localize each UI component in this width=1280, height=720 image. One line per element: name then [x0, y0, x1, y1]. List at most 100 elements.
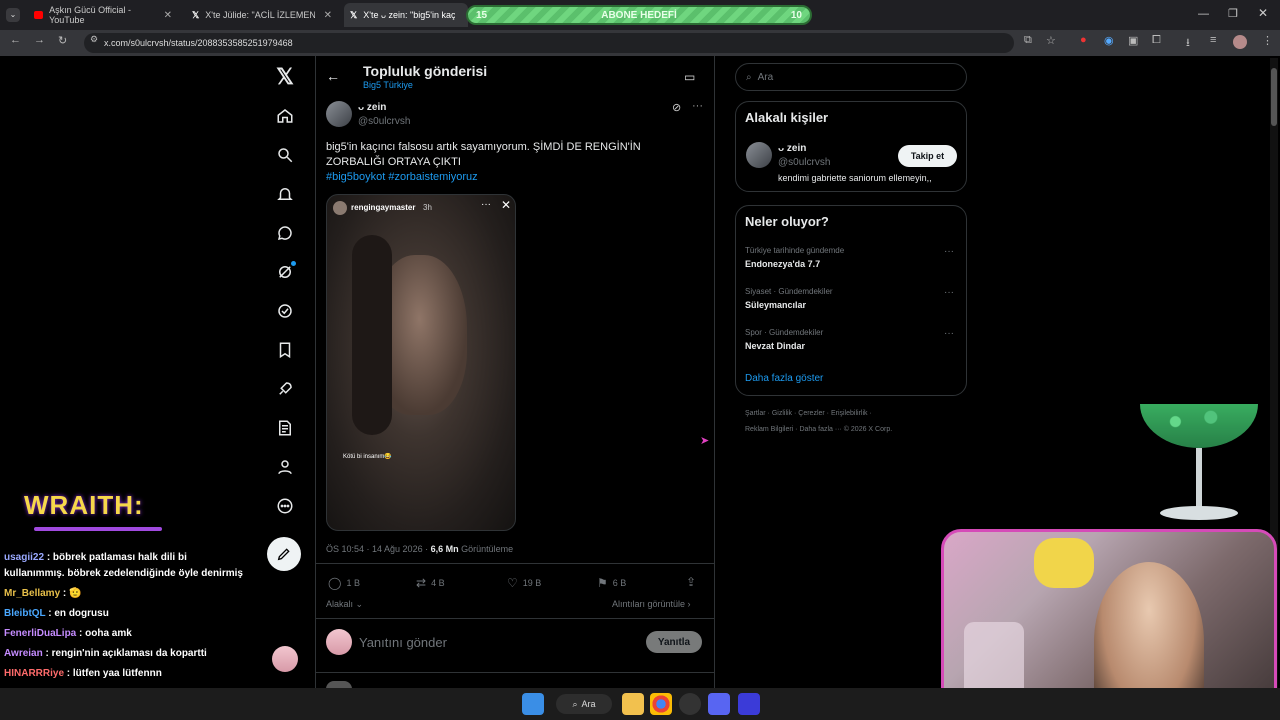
discord-icon[interactable] [708, 693, 730, 715]
extension-red-icon[interactable]: ● [1080, 34, 1087, 46]
extensions-puzzle-icon[interactable]: ⧠ [1152, 34, 1161, 47]
media-caption: Kötü bi insanım😂 [343, 454, 392, 460]
maximize-icon[interactable]: ❐ [1228, 7, 1238, 20]
file-explorer-icon[interactable] [622, 693, 644, 715]
extension-icon[interactable]: ▣ [1128, 34, 1138, 47]
reply-button[interactable]: ◯ 1 B [328, 576, 360, 590]
footer-links[interactable]: Reklam Bilgileri · Daha fazla ··· © 2026… [745, 426, 892, 433]
x-logo-icon[interactable]: 𝕏 [272, 64, 298, 90]
chat-text: : ooha amk [79, 628, 132, 639]
search-icon[interactable] [272, 142, 298, 168]
account-avatar[interactable] [272, 646, 298, 672]
download-icon[interactable]: ⭳ [1186, 34, 1190, 53]
media-more-icon[interactable]: ··· [481, 199, 491, 210]
reading-list-icon[interactable]: ≡ [1210, 34, 1216, 46]
notification-dot [291, 261, 296, 266]
youtube-icon [34, 11, 44, 19]
bookmark-star-icon[interactable]: ☆ [1046, 34, 1056, 47]
verified-icon[interactable] [272, 298, 298, 324]
reply-submit-button[interactable]: Yanıtla [646, 631, 702, 653]
show-more-link[interactable]: Daha fazla göster [745, 373, 823, 384]
subscriber-goal-bar: 15 ABONE HEDEFİ 10 [466, 5, 812, 25]
app-icon[interactable] [679, 693, 701, 715]
reader-icon[interactable]: ▭ [684, 70, 695, 84]
hashtag-big5boykot[interactable]: #big5boykot [326, 171, 385, 183]
site-info-icon[interactable]: ⚙ [90, 34, 98, 45]
app-w-icon[interactable] [738, 693, 760, 715]
cocktail-glass-graphic [1140, 404, 1258, 448]
author-name[interactable]: ᴗ zein [358, 102, 386, 113]
follow-button[interactable]: Takip et [898, 145, 957, 167]
chat-text: : rengin'nin açıklaması da kopartti [45, 648, 207, 659]
media-close-icon[interactable]: ✕ [501, 198, 511, 212]
more-icon[interactable] [272, 493, 298, 519]
close-tab-icon[interactable]: ✕ [164, 10, 172, 21]
trends-title: Neler oluyor? [745, 214, 829, 229]
trend-more-icon[interactable]: ··· [944, 287, 954, 298]
back-icon[interactable]: ← [10, 34, 21, 46]
chat-text: kullanımmış. böbrek zedelendiğinde öyle … [4, 568, 243, 579]
taskbar-search[interactable]: ⌕ Ara [556, 694, 612, 714]
trend-item[interactable]: Süleymancılar [745, 300, 806, 310]
close-tab-icon[interactable]: ✕ [324, 10, 332, 21]
tweet-text: big5'in kaçıncı falsosu artık sayamıyoru… [326, 141, 641, 183]
forward-icon[interactable]: → [34, 34, 45, 46]
footer-links[interactable]: Şartlar · Gizlilik · Çerezler · Erişileb… [745, 410, 872, 417]
trend-item[interactable]: Nevzat Dindar [745, 341, 805, 351]
author-avatar[interactable] [326, 101, 352, 127]
author-handle[interactable]: @s0ulcrvsh [358, 116, 410, 127]
window-close-icon[interactable]: ✕ [1258, 6, 1268, 20]
view-quotes-link[interactable]: Alıntıları görüntüle › [612, 599, 691, 609]
tweet-media-video[interactable]: rengingaymaster 3h ··· ✕ Kötü bi insanım… [326, 194, 516, 531]
chat-username: FenerliDuaLipa [4, 628, 77, 639]
repost-icon: ⇄ [416, 576, 427, 590]
x-logo-icon: 𝕏 [350, 9, 358, 20]
tab-search-icon[interactable]: ⌄ [6, 8, 20, 22]
person-name[interactable]: ᴗ zein [778, 143, 806, 154]
share-icon[interactable]: ⇪ [686, 575, 696, 589]
trend-item[interactable]: Endonezya'da 7.7 [745, 259, 820, 269]
hashtag-zorbaistemiyoruz[interactable]: #zorbaistemiyoruz [388, 171, 477, 183]
person-handle[interactable]: @s0ulcrvsh [778, 157, 830, 168]
reload-icon[interactable]: ↻ [58, 34, 67, 47]
community-link[interactable]: Big5 Türkiye [363, 80, 413, 90]
like-button[interactable]: ♡ 19 B [507, 576, 541, 590]
extension-blue-icon[interactable]: ◉ [1104, 34, 1114, 47]
lists-icon[interactable] [272, 415, 298, 441]
grok-icon[interactable] [272, 259, 298, 285]
minimize-icon[interactable]: — [1198, 8, 1209, 20]
related-dropdown[interactable]: Alakalı ⌄ [326, 599, 363, 610]
reply-input[interactable]: Yanıtını gönder [359, 635, 447, 650]
search-input[interactable]: ⌕ Ara [735, 63, 967, 91]
tab-zein[interactable]: 𝕏 X'te ᴗ zein: "big5'in kaçıncı [344, 3, 468, 27]
person-avatar[interactable] [746, 142, 772, 168]
windows-start-icon[interactable] [522, 693, 544, 715]
tab-youtube[interactable]: Aşkın Gücü Official - YouTube ✕ [28, 3, 178, 27]
install-icon[interactable]: ⧉ [1024, 34, 1032, 47]
scrollbar-thumb[interactable] [1271, 68, 1277, 126]
profile-icon[interactable] [272, 454, 298, 480]
chat-message: Mr_Bellamy : 🫡 [4, 588, 81, 599]
home-icon[interactable] [272, 103, 298, 129]
trend-more-icon[interactable]: ··· [944, 246, 954, 257]
more-options-icon[interactable]: ··· [692, 100, 703, 112]
profile-avatar[interactable] [1233, 35, 1247, 49]
chrome-icon[interactable] [650, 693, 672, 715]
rocket-icon[interactable] [272, 376, 298, 402]
compose-post-button[interactable] [267, 537, 301, 571]
bookmark-button[interactable]: ⚑ 6 B [597, 576, 626, 590]
bookmarks-icon[interactable] [272, 337, 298, 363]
menu-icon[interactable]: ⋮ [1262, 34, 1273, 47]
chevron-right-icon: › [685, 599, 691, 609]
tab-julide[interactable]: 𝕏 X'te Jülide: "ACİL İZLEMENİZ G✕ [186, 3, 338, 27]
repost-button[interactable]: ⇄ 4 B [416, 576, 445, 590]
divider [315, 618, 715, 619]
grok-explain-icon[interactable]: ⊘ [672, 101, 681, 114]
trend-more-icon[interactable]: ··· [944, 328, 954, 339]
chat-text: : en dogrusu [48, 608, 109, 619]
url-field[interactable]: x.com/s0ulcrvsh/status/20883535852519794… [84, 33, 1014, 53]
notifications-bell-icon[interactable] [272, 181, 298, 207]
back-arrow-icon[interactable]: ← [326, 68, 340, 84]
divider [315, 672, 715, 673]
messages-icon[interactable] [272, 220, 298, 246]
